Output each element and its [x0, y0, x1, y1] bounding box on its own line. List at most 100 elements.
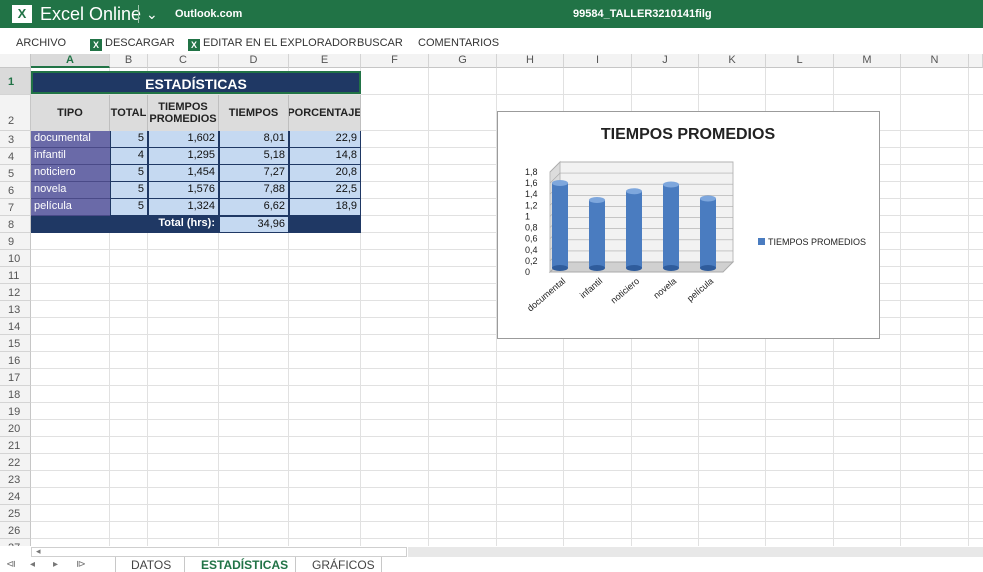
header-tiempos-promedios[interactable]: TIEMPOS PROMEDIOS [148, 95, 219, 131]
bar-3[interactable] [663, 184, 679, 268]
cell-tipo[interactable]: documental [31, 131, 110, 148]
cell-promedio[interactable]: 1,295 [148, 148, 219, 165]
row-header-25[interactable]: 25 [0, 505, 31, 522]
row-header-26[interactable]: 26 [0, 522, 31, 539]
outlook-link[interactable]: Outlook.com [175, 8, 242, 21]
first-sheet-icon[interactable]: ⧏ [6, 559, 16, 571]
menu-editar-explorador[interactable]: X EDITAR EN EL EXPLORADOR [188, 37, 356, 51]
bar-2[interactable] [626, 191, 642, 268]
app-title[interactable]: Excel Online [40, 3, 141, 25]
row-header-3[interactable]: 3 [0, 131, 31, 148]
row-header-1[interactable]: 1 [0, 68, 31, 95]
header-tiempos[interactable]: TIEMPOS [219, 95, 289, 131]
row-header-6[interactable]: 6 [0, 182, 31, 199]
column-header-partial[interactable] [969, 54, 983, 68]
cell-tipo[interactable]: infantil [31, 148, 110, 165]
cell-total[interactable]: 5 [110, 182, 148, 199]
table-title[interactable]: ESTADÍSTICAS [31, 71, 361, 94]
row-header-10[interactable]: 10 [0, 250, 31, 267]
menu-comentarios[interactable]: COMENTARIOS [418, 37, 499, 50]
cell-tiempos[interactable]: 8,01 [219, 131, 289, 148]
bar-1[interactable] [589, 200, 605, 268]
column-header-n[interactable]: N [901, 54, 969, 68]
cell-tipo[interactable]: noticiero [31, 165, 110, 182]
cell-tiempos[interactable]: 7,88 [219, 182, 289, 199]
row-header-12[interactable]: 12 [0, 284, 31, 301]
chart-tiempos-promedios[interactable]: TIEMPOS PROMEDIOS 0 0,2 0,4 0,6 0,8 1 1,2 1,4 1,… [497, 111, 880, 339]
column-header-k[interactable]: K [699, 54, 766, 68]
tab-graficos[interactable]: GRÁFICOS [312, 558, 375, 572]
row-header-17[interactable]: 17 [0, 369, 31, 386]
row-header-14[interactable]: 14 [0, 318, 31, 335]
column-header-e[interactable]: E [289, 54, 361, 68]
tab-estadisticas[interactable]: ESTADÍSTICAS [201, 558, 288, 572]
menu-buscar[interactable]: BUSCAR [357, 37, 403, 50]
cell-total[interactable]: 5 [110, 165, 148, 182]
cell-porcentaje[interactable]: 22,9 [289, 131, 361, 148]
select-all-corner[interactable] [0, 54, 31, 68]
cell-porcentaje[interactable]: 22,5 [289, 182, 361, 199]
total-label[interactable]: Total (hrs): [148, 216, 219, 233]
menu-descargar[interactable]: X DESCARGAR [90, 37, 175, 51]
menu-archivo[interactable]: ARCHIVO [16, 37, 66, 50]
header-total[interactable]: TOTAL [110, 95, 148, 131]
column-header-h[interactable]: H [497, 54, 564, 68]
column-header-i[interactable]: I [564, 54, 632, 68]
horizontal-scrollbar[interactable]: ◂ [31, 546, 407, 557]
bar-0[interactable] [552, 183, 568, 268]
header-tipo[interactable]: TIPO [31, 95, 110, 131]
cell-tipo[interactable]: novela [31, 182, 110, 199]
cell-tipo[interactable]: película [31, 199, 110, 216]
column-header-m[interactable]: M [834, 54, 901, 68]
chevron-down-icon[interactable]: ⌄ [146, 4, 158, 24]
row-header-19[interactable]: 19 [0, 403, 31, 420]
header-porcentaje[interactable]: PORCENTAJE [289, 95, 361, 131]
cell-porcentaje[interactable]: 20,8 [289, 165, 361, 182]
document-name[interactable]: 99584_TALLER3210141filg [573, 8, 712, 21]
row-header-24[interactable]: 24 [0, 488, 31, 505]
row-header-2[interactable]: 2 [0, 95, 31, 131]
column-header-a[interactable]: A [31, 54, 110, 68]
bar-4[interactable] [700, 198, 716, 268]
scrollbar-track[interactable] [408, 547, 983, 557]
tab-datos[interactable]: DATOS [131, 558, 171, 572]
row-header-27[interactable]: 27 [0, 539, 31, 546]
total-value[interactable]: 34,96 [219, 216, 289, 233]
row-header-13[interactable]: 13 [0, 301, 31, 318]
column-header-g[interactable]: G [429, 54, 497, 68]
row-header-21[interactable]: 21 [0, 437, 31, 454]
column-header-l[interactable]: L [766, 54, 834, 68]
next-sheet-icon[interactable]: ▸ [53, 559, 58, 571]
cell-tiempos[interactable]: 7,27 [219, 165, 289, 182]
cell-tiempos[interactable]: 6,62 [219, 199, 289, 216]
cell-total[interactable]: 5 [110, 131, 148, 148]
prev-sheet-icon[interactable]: ◂ [30, 559, 35, 571]
cell-tiempos[interactable]: 5,18 [219, 148, 289, 165]
cell-promedio[interactable]: 1,576 [148, 182, 219, 199]
column-header-j[interactable]: J [632, 54, 699, 68]
column-header-c[interactable]: C [148, 54, 219, 68]
scroll-left-icon[interactable]: ◂ [36, 546, 41, 557]
column-header-d[interactable]: D [219, 54, 289, 68]
row-header-16[interactable]: 16 [0, 352, 31, 369]
row-header-11[interactable]: 11 [0, 267, 31, 284]
cell-promedio[interactable]: 1,324 [148, 199, 219, 216]
cell-promedio[interactable]: 1,602 [148, 131, 219, 148]
row-header-8[interactable]: 8 [0, 216, 31, 233]
row-header-22[interactable]: 22 [0, 454, 31, 471]
row-header-20[interactable]: 20 [0, 420, 31, 437]
column-header-f[interactable]: F [361, 54, 429, 68]
cell-porcentaje[interactable]: 14,8 [289, 148, 361, 165]
row-header-15[interactable]: 15 [0, 335, 31, 352]
last-sheet-icon[interactable]: ⧐ [76, 559, 86, 571]
row-header-4[interactable]: 4 [0, 148, 31, 165]
column-header-b[interactable]: B [110, 54, 148, 68]
row-header-9[interactable]: 9 [0, 233, 31, 250]
row-header-23[interactable]: 23 [0, 471, 31, 488]
cell-total[interactable]: 4 [110, 148, 148, 165]
row-header-18[interactable]: 18 [0, 386, 31, 403]
row-header-7[interactable]: 7 [0, 199, 31, 216]
excel-logo-icon[interactable]: X [12, 5, 32, 23]
cell-promedio[interactable]: 1,454 [148, 165, 219, 182]
cell-porcentaje[interactable]: 18,9 [289, 199, 361, 216]
